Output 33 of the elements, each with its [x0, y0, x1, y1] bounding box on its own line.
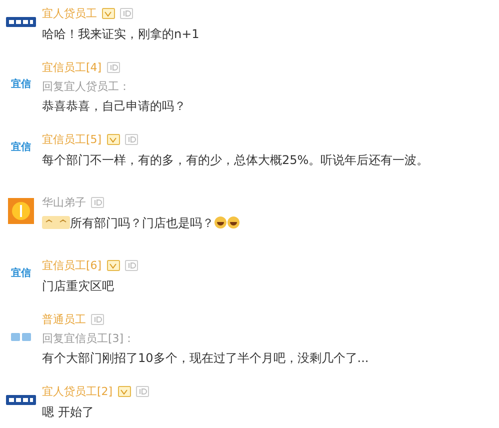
reply-label: 回复宜人贷员工： [42, 80, 131, 94]
id-badge-icon [106, 62, 120, 73]
user-name[interactable]: 华山弟子 [42, 196, 86, 210]
coin-icon [8, 198, 34, 224]
id-badge-icon [91, 197, 104, 208]
logo-icon [6, 394, 36, 404]
user-name[interactable]: 宜信员工[6] [42, 258, 102, 272]
comment-text: 哈哈！我来证实，刚拿的n+1 [42, 26, 200, 42]
comment-text: 恭喜恭喜，自己申请的吗？ [42, 98, 186, 114]
logo: 宜信 [11, 142, 31, 154]
comment-text: 每个部门不一样，有的多，有的少，总体大概25%。听说年后还有一波。 [42, 152, 429, 168]
id-badge-icon [124, 260, 138, 271]
user-name[interactable]: 宜信员工[5] [42, 132, 102, 146]
comment-text: 所有部门吗？门店也是吗？ [70, 214, 214, 230]
comment-text: 嗯 开始了 [42, 404, 94, 420]
emoji-icon [214, 216, 227, 229]
logo-icon [6, 16, 36, 26]
logo: 宜信 [11, 78, 31, 90]
user-name[interactable]: 宜信员工[4] [42, 60, 102, 74]
reply-label: 回复宜信员工[3]： [42, 332, 136, 346]
id-badge-icon [136, 386, 149, 397]
id-badge-icon [91, 314, 104, 325]
id-badge-icon [124, 134, 138, 145]
logo: 宜信 [11, 268, 31, 280]
emoji-icon [227, 216, 240, 229]
logo-icon [11, 332, 31, 342]
id-badge-icon [120, 8, 133, 19]
emoji-icon [42, 216, 70, 229]
comment-text: 门店重灾区吧 [42, 278, 114, 294]
comment-text: 有个大部门刚招了10多个，现在过了半个月吧，没剩几个了... [42, 350, 369, 366]
user-name[interactable]: 普通员工 [42, 312, 86, 326]
user-name[interactable]: 宜人贷员工 [42, 6, 97, 20]
user-name[interactable]: 宜人贷员工[2] [42, 384, 113, 398]
